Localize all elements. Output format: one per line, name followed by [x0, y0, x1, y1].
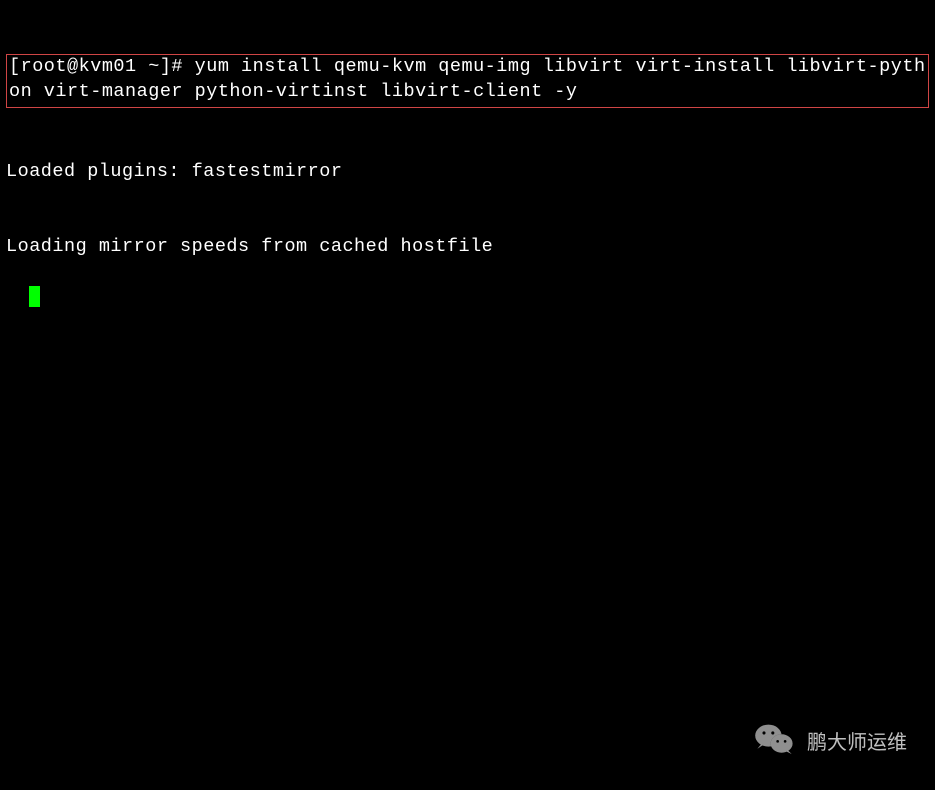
- watermark: 鹏大师运维: [753, 718, 907, 762]
- terminal-cursor: [29, 286, 40, 307]
- command-highlight-box: [root@kvm01 ~]# yum install qemu-kvm qem…: [6, 54, 929, 108]
- terminal-window[interactable]: [root@kvm01 ~]# yum install qemu-kvm qem…: [0, 0, 935, 790]
- wechat-icon: [753, 718, 797, 762]
- output-line: Loaded plugins: fastestmirror: [6, 160, 929, 185]
- watermark-text: 鹏大师运维: [807, 726, 907, 755]
- output-line: Loading mirror speeds from cached hostfi…: [6, 235, 929, 260]
- shell-prompt: [root@kvm01 ~]#: [9, 56, 195, 77]
